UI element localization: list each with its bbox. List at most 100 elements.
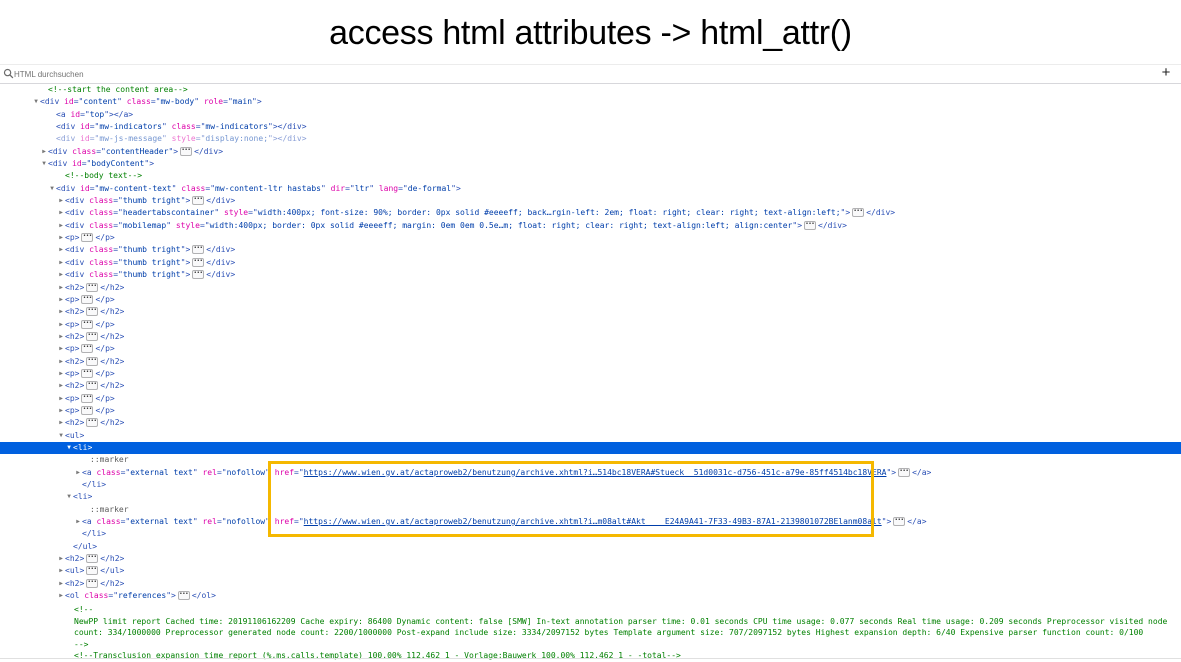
ellipsis-badge[interactable]: ••• xyxy=(81,233,94,243)
expand-toggle-icon[interactable]: ▶ xyxy=(57,356,65,368)
add-node-button[interactable]: + xyxy=(1159,65,1173,81)
tree-row[interactable]: ▶ <h2> ••• </h2> xyxy=(0,356,1181,368)
ellipsis-badge[interactable]: ••• xyxy=(86,578,99,588)
tree-row[interactable]: ▶ <p> ••• </p> xyxy=(0,368,1181,380)
tree-row[interactable]: <!--start the content area--> xyxy=(0,84,1181,96)
tree-row[interactable]: ▼ <ul> xyxy=(0,430,1181,442)
expand-toggle-icon[interactable]: ▶ xyxy=(74,467,82,479)
expand-toggle-icon[interactable]: ▶ xyxy=(57,405,65,417)
tree-row[interactable]: ▼ <div id="mw-content-text" class="mw-con… xyxy=(0,183,1181,195)
ellipsis-badge[interactable]: ••• xyxy=(192,245,205,255)
ellipsis-badge[interactable]: ••• xyxy=(81,405,94,415)
tree-row[interactable]: ▶ <h2> ••• </h2> xyxy=(0,578,1181,590)
tree-row[interactable]: ▶ <ol class="references"> ••• </ol> xyxy=(0,590,1181,602)
ellipsis-badge[interactable]: ••• xyxy=(86,381,99,391)
expand-toggle-icon[interactable]: ▶ xyxy=(57,220,65,232)
expand-toggle-icon[interactable]: ▶ xyxy=(57,565,65,577)
expand-toggle-icon[interactable]: ▶ xyxy=(74,516,82,528)
ellipsis-badge[interactable]: ••• xyxy=(86,566,99,576)
ellipsis-badge[interactable]: ••• xyxy=(86,554,99,564)
ellipsis-badge[interactable]: ••• xyxy=(86,356,99,366)
expand-toggle-icon[interactable]: ▶ xyxy=(57,195,65,207)
tree-row[interactable]: ▼ <div id="bodyContent"> xyxy=(0,158,1181,170)
tree-row[interactable]: ▶ <h2> ••• </h2> xyxy=(0,553,1181,565)
tree-row[interactable]: <a id="top"></a> xyxy=(0,109,1181,121)
tree-row[interactable]: ▶ <h2> ••• </h2> xyxy=(0,331,1181,343)
expand-toggle-icon[interactable]: ▶ xyxy=(57,294,65,306)
expand-toggle-icon[interactable]: ▶ xyxy=(57,393,65,405)
tree-row[interactable]: ▶ <p> ••• </p> xyxy=(0,294,1181,306)
expand-toggle-icon[interactable]: ▼ xyxy=(65,442,73,454)
tree-row[interactable]: ▶ <h2> ••• </h2> xyxy=(0,417,1181,429)
expand-toggle-icon[interactable]: ▶ xyxy=(57,207,65,219)
ellipsis-badge[interactable]: ••• xyxy=(86,418,99,428)
expand-toggle-icon[interactable]: ▶ xyxy=(57,578,65,590)
ellipsis-badge[interactable]: ••• xyxy=(81,368,94,378)
ellipsis-badge[interactable]: ••• xyxy=(81,294,94,304)
tag-name: <p xyxy=(65,233,75,243)
tree-row[interactable]: ▶ <p> ••• </p> xyxy=(0,393,1181,405)
tree-row[interactable]: <div id="mw-indicators" class="mw-indica… xyxy=(0,121,1181,133)
tree-row[interactable]: ▶ <div class="thumb tright"> ••• </div> xyxy=(0,195,1181,207)
expand-toggle-icon[interactable]: ▶ xyxy=(57,417,65,429)
expand-toggle-icon[interactable]: ▼ xyxy=(40,158,48,170)
expand-toggle-icon[interactable]: ▶ xyxy=(57,368,65,380)
tree-row[interactable]: ▶ <div class="headertabscontainer" style=… xyxy=(0,207,1181,219)
tree-row[interactable]: ▶ <h2> ••• </h2> xyxy=(0,380,1181,392)
expand-toggle-icon[interactable]: ▶ xyxy=(57,244,65,256)
expand-toggle-icon[interactable]: ▶ xyxy=(57,282,65,294)
expand-toggle-icon[interactable]: ▶ xyxy=(57,306,65,318)
tree-row[interactable]: ▶ <div class="thumb tright"> ••• </div> xyxy=(0,244,1181,256)
ellipsis-badge[interactable]: ••• xyxy=(893,517,906,527)
tree-row[interactable]: ▶ <p> ••• </p> xyxy=(0,343,1181,355)
attribute-value: headertabscontainer xyxy=(122,208,215,218)
expand-toggle-icon[interactable]: ▶ xyxy=(57,319,65,331)
tree-row[interactable]: </ul> xyxy=(0,541,1181,553)
ellipsis-badge[interactable]: ••• xyxy=(180,146,193,156)
ellipsis-badge[interactable]: ••• xyxy=(804,220,817,230)
tree-row[interactable]: <!--body text--> xyxy=(0,170,1181,182)
expand-toggle-icon[interactable]: ▶ xyxy=(57,380,65,392)
expand-toggle-icon[interactable]: ▼ xyxy=(65,491,73,503)
ellipsis-badge[interactable]: ••• xyxy=(192,257,205,267)
attr-punct: " xyxy=(192,517,198,527)
tree-row[interactable]: ▶ <div class="thumb tright"> ••• </div> xyxy=(0,269,1181,281)
tree-row[interactable]: ▶ <p> ••• </p> xyxy=(0,319,1181,331)
ellipsis-badge[interactable]: ••• xyxy=(81,393,94,403)
ellipsis-badge[interactable]: ••• xyxy=(81,344,94,354)
ellipsis-badge[interactable]: ••• xyxy=(86,331,99,341)
tree-row[interactable]: <div id="mw-js-message" style="display:n… xyxy=(0,133,1181,145)
tree-row[interactable]: ▶ <p> ••• </p> xyxy=(0,405,1181,417)
tree-row[interactable]: ▶ <div class="mobilemap" style="width:400… xyxy=(0,220,1181,232)
expand-toggle-icon[interactable]: ▶ xyxy=(57,590,65,602)
expand-toggle-icon[interactable]: ▶ xyxy=(57,232,65,244)
expand-toggle-icon[interactable]: ▼ xyxy=(57,430,65,442)
html-search-input[interactable] xyxy=(14,67,1114,81)
expand-toggle-icon[interactable]: ▼ xyxy=(48,183,56,195)
expand-toggle-icon[interactable]: ▶ xyxy=(57,269,65,281)
attr-punct: " xyxy=(162,122,167,132)
expand-toggle-icon[interactable]: ▶ xyxy=(57,343,65,355)
tree-row-selected[interactable]: ▼ <li> xyxy=(0,441,1181,455)
tree-row[interactable]: ▶ <h2> ••• </h2> xyxy=(0,306,1181,318)
expand-toggle-icon[interactable]: ▼ xyxy=(32,96,40,108)
ellipsis-badge[interactable]: ••• xyxy=(86,282,99,292)
ellipsis-badge[interactable]: ••• xyxy=(81,319,94,329)
ellipsis-badge[interactable]: ••• xyxy=(898,467,911,477)
expand-toggle-icon[interactable]: ▶ xyxy=(40,146,48,158)
expand-toggle-icon[interactable]: ▶ xyxy=(57,331,65,343)
tree-row[interactable]: ▼ <div id="content" class="mw-body" role=… xyxy=(0,96,1181,108)
ellipsis-badge[interactable]: ••• xyxy=(177,591,190,601)
tree-row[interactable]: ▶ <p> ••• </p> xyxy=(0,232,1181,244)
expand-toggle-icon[interactable]: ▶ xyxy=(57,553,65,565)
attr-punct: =" xyxy=(199,220,210,230)
ellipsis-badge[interactable]: ••• xyxy=(192,270,205,280)
tree-row[interactable]: ▶ <h2> ••• </h2> xyxy=(0,282,1181,294)
ellipsis-badge[interactable]: ••• xyxy=(192,196,205,206)
ellipsis-badge[interactable]: ••• xyxy=(86,307,99,317)
tree-row[interactable]: ▶ <div class="thumb tright"> ••• </div> xyxy=(0,257,1181,269)
tree-row[interactable]: ▶ <ul> ••• </ul> xyxy=(0,565,1181,577)
tree-row[interactable]: ▶ <div class="contentHeader"> ••• </div> xyxy=(0,146,1181,158)
ellipsis-badge[interactable]: ••• xyxy=(852,208,865,218)
expand-toggle-icon[interactable]: ▶ xyxy=(57,257,65,269)
